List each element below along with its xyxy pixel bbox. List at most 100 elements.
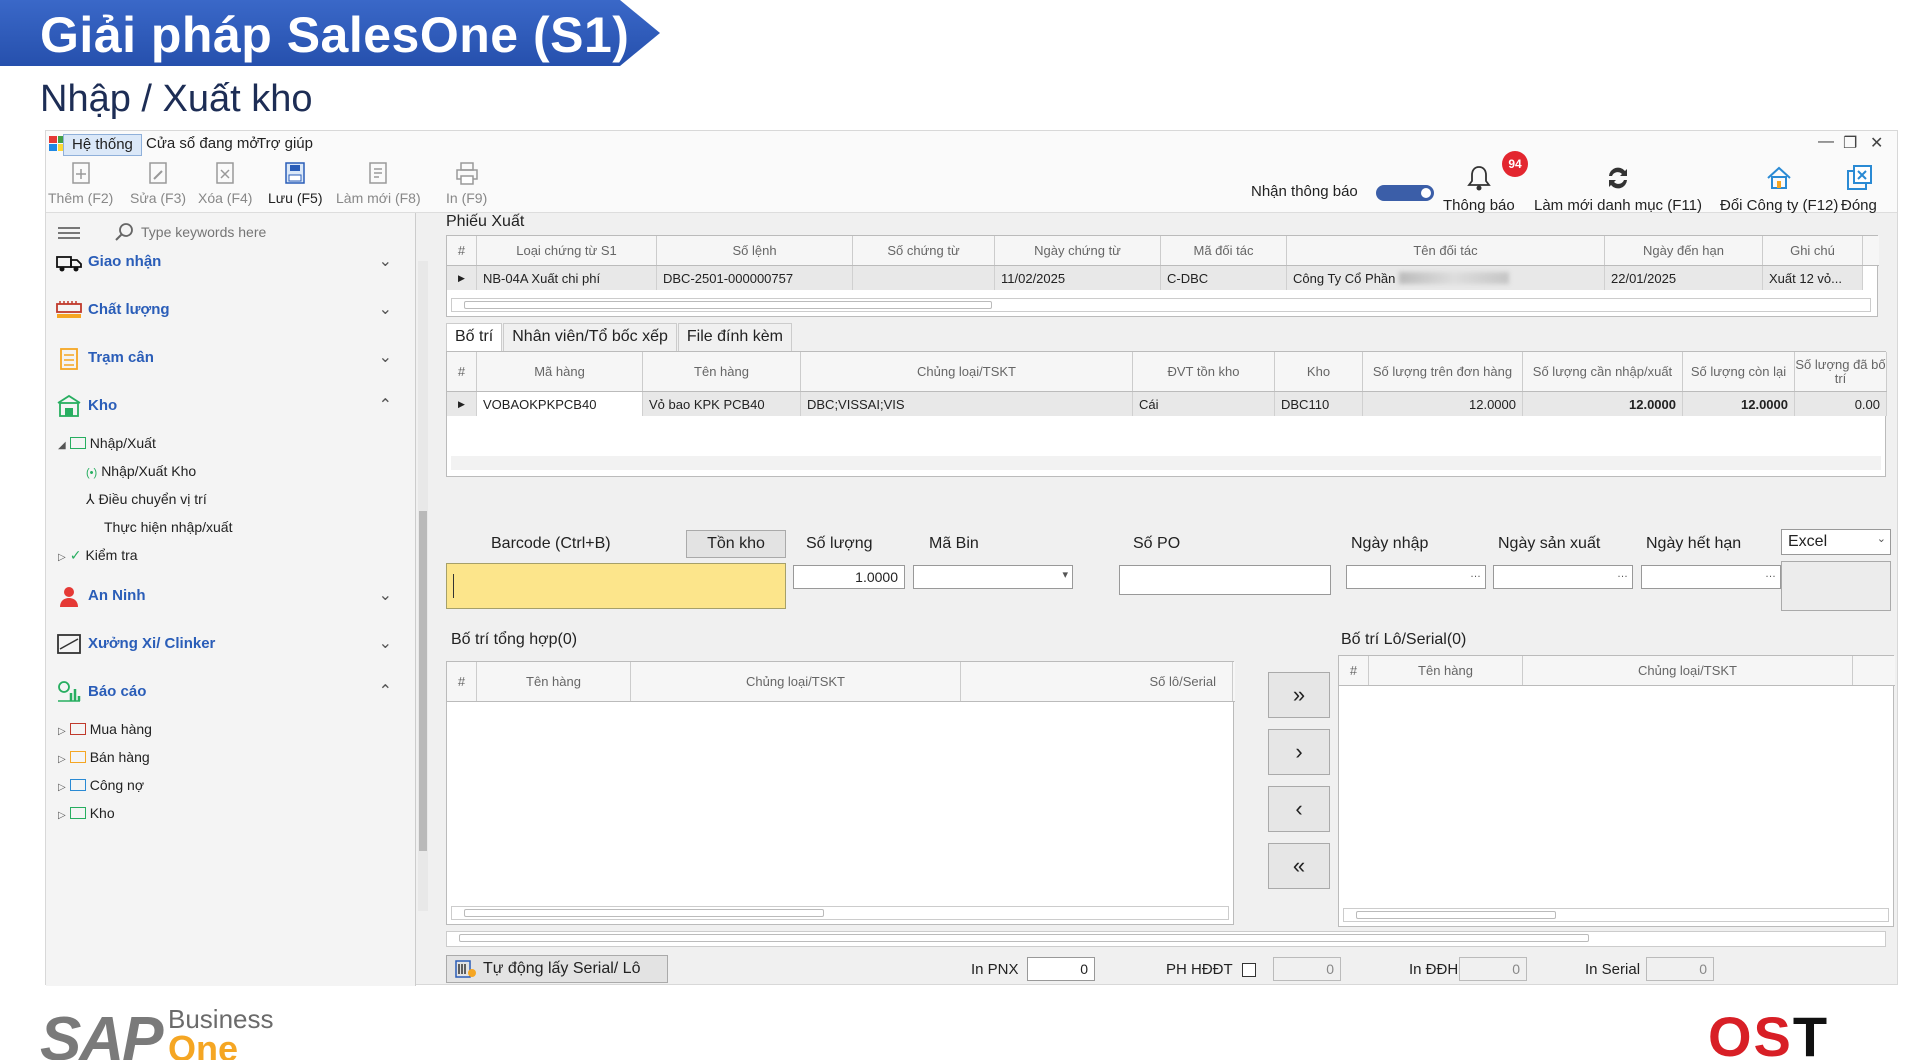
table-row[interactable]: ▶ NB-04A Xuất chi phí DBC-2501-000000757…	[447, 266, 1863, 290]
chevron-down-icon: ⌄	[378, 253, 392, 270]
grid-header: # Loại chứng từ S1 Số lệnh Số chứng từ N…	[447, 236, 1879, 266]
add-doc-icon	[71, 162, 90, 184]
in-ddh-input[interactable]: 0	[1459, 957, 1527, 981]
phieu-xuat-hscroll[interactable]	[451, 298, 1871, 312]
table-row[interactable]: ▶ VOBAOKPKPCB40 Vỏ bao KPK PCB40 DBC;VIS…	[447, 392, 1887, 416]
sidebar-item-kiem-tra[interactable]: ▷ ✓ Kiểm tra	[58, 547, 138, 564]
collapse-triangle-icon: ▷	[58, 810, 66, 821]
chevron-down-icon: ⌄	[378, 349, 392, 366]
scrollbar-thumb[interactable]	[1356, 911, 1556, 919]
notify-toggle[interactable]	[1376, 185, 1434, 201]
ellipsis-icon: …	[1470, 568, 1481, 580]
main-hscroll[interactable]	[446, 931, 1886, 947]
menu-tro-giup[interactable]: Trợ giúp	[249, 134, 321, 156]
sidebar-item-dieu-chuyen-vi-tri[interactable]: ⅄ Điều chuyển vị trí	[86, 491, 207, 508]
sap-one-text: One	[168, 1028, 239, 1060]
lo-serial-hscroll[interactable]	[1343, 908, 1889, 922]
refresh-catalog-button[interactable]: Làm mới danh mục (F11)	[1534, 163, 1702, 214]
sidebar-item-thuc-hien-nhap-xuat[interactable]: Thực hiện nhập/xuất	[104, 519, 232, 535]
check-circle-icon: ✓	[69, 547, 82, 563]
barcode-scan-icon	[455, 960, 476, 978]
save-button[interactable]: Lưu (F5)	[268, 161, 323, 206]
edit-doc-icon	[149, 162, 167, 184]
auto-serial-button[interactable]: Tự động lấy Serial/ Lô	[446, 955, 668, 983]
sidebar-item-ban-hang[interactable]: ▷ Bán hàng	[58, 749, 150, 765]
sidebar-search-input[interactable]	[141, 221, 381, 243]
sidebar-group-giao-nhan[interactable]: Giao nhận ⌄	[56, 241, 406, 281]
ma-bin-select[interactable]: ▾	[913, 565, 1073, 589]
folder-icon	[69, 807, 86, 819]
phieu-xuat-grid: # Loại chứng từ S1 Số lệnh Số chứng từ N…	[446, 235, 1879, 317]
close-icon[interactable]: ✕	[1870, 133, 1883, 153]
search-icon	[115, 223, 133, 241]
ngay-nhap-label: Ngày nhập	[1351, 535, 1429, 552]
folder-icon	[69, 723, 86, 735]
export-button[interactable]	[1781, 561, 1891, 611]
bo-tri-hscroll[interactable]	[451, 456, 1881, 470]
sidebar-group-bao-cao[interactable]: Báo cáo ⌃	[56, 671, 406, 711]
barcode-input[interactable]	[446, 563, 786, 609]
minimize-icon[interactable]: —	[1818, 133, 1834, 151]
scrollbar-thumb[interactable]	[459, 934, 1589, 942]
export-select[interactable]: Excel ⌄	[1781, 529, 1891, 555]
menu-he-thong[interactable]: Hệ thống	[63, 134, 142, 156]
close-window-button[interactable]: Đóng	[1841, 163, 1877, 214]
collapse-triangle-icon: ▷	[58, 782, 66, 793]
ngay-nhap-input[interactable]: …	[1346, 565, 1486, 589]
collapse-triangle-icon: ▷	[58, 754, 66, 765]
close-window-icon	[1846, 165, 1872, 190]
scrollbar-thumb[interactable]	[464, 301, 992, 309]
tab-nhan-vien[interactable]: Nhân viên/Tổ bốc xếp	[503, 323, 677, 351]
move-right-button[interactable]: ›	[1268, 729, 1330, 775]
so-po-label: Số PO	[1133, 535, 1181, 552]
ngay-san-xuat-input[interactable]: …	[1493, 565, 1633, 589]
sidebar-item-nhap-xuat-kho[interactable]: (•) Nhập/Xuất Kho	[86, 463, 196, 479]
menu-cua-so-dang-mo[interactable]: Cửa sổ đang mở	[138, 134, 267, 156]
ph-hddt-checkbox[interactable]	[1242, 963, 1256, 977]
move-all-left-button[interactable]: «	[1268, 843, 1330, 889]
sidebar-group-an-ninh[interactable]: An Ninh ⌄	[56, 575, 406, 615]
move-all-right-button[interactable]: »	[1268, 672, 1330, 718]
sidebar-group-tram-can[interactable]: Trạm cân ⌄	[56, 337, 406, 377]
report-icon	[58, 681, 81, 702]
so-luong-label: Số lượng	[806, 535, 873, 552]
text-cursor	[453, 574, 454, 598]
so-luong-input[interactable]: 1.0000	[793, 565, 905, 589]
sidebar-group-chat-luong[interactable]: Chất lượng ⌄	[56, 289, 406, 329]
delete-button[interactable]: Xóa (F4)	[198, 161, 252, 206]
sidebar-item-kho-report[interactable]: ▷ Kho	[58, 805, 115, 821]
notifications-button[interactable]: Thông báo	[1443, 163, 1515, 214]
restore-icon[interactable]: ❐	[1843, 133, 1857, 153]
edit-button[interactable]: Sửa (F3)	[130, 161, 186, 206]
scrollbar-thumb[interactable]	[419, 511, 427, 851]
tab-file-dinh-kem[interactable]: File đính kèm	[677, 323, 792, 351]
in-serial-input[interactable]: 0	[1646, 957, 1714, 981]
ton-kho-button[interactable]: Tồn kho	[686, 530, 786, 558]
tong-hop-hscroll[interactable]	[451, 906, 1229, 920]
ellipsis-icon: …	[1617, 568, 1628, 580]
ngay-het-han-input[interactable]: …	[1641, 565, 1781, 589]
security-guard-icon	[60, 587, 78, 607]
add-button[interactable]: Thêm (F2)	[48, 161, 113, 206]
warehouse-icon	[57, 394, 81, 417]
slide-subtitle: Nhập / Xuất kho	[40, 78, 313, 120]
sidebar-item-cong-no[interactable]: ▷ Công nợ	[58, 777, 144, 793]
change-company-button[interactable]: Đổi Công ty (F12)	[1720, 163, 1838, 214]
grid-header: # Tên hàng Chủng loại/TSKT Số lô/Serial	[447, 662, 1235, 702]
scrollbar-thumb[interactable]	[464, 909, 824, 917]
sidebar-scrollbar[interactable]	[418, 261, 428, 911]
in-pnx-input[interactable]: 0	[1027, 957, 1095, 981]
move-left-button[interactable]: ‹	[1268, 786, 1330, 832]
sidebar-group-kho[interactable]: Kho ⌃	[56, 385, 406, 425]
tab-bo-tri[interactable]: Bố trí	[446, 323, 503, 351]
ph-hddt-input[interactable]: 0	[1273, 957, 1341, 981]
bo-tri-grid: # Mã hàng Tên hàng Chủng loại/TSKT ĐVT t…	[446, 351, 1887, 477]
refresh-doc-button[interactable]: Làm mới (F8)	[336, 161, 421, 206]
sidebar-item-mua-hang[interactable]: ▷ Mua hàng	[58, 721, 152, 737]
so-po-input[interactable]	[1119, 565, 1331, 595]
chevron-down-icon: ⌄	[378, 635, 392, 652]
hamburger-menu-icon[interactable]	[58, 227, 80, 239]
sidebar-group-xuong-xi-clinker[interactable]: Xưởng Xi/ Clinker ⌄	[56, 623, 406, 663]
sidebar-item-nhap-xuat[interactable]: ◢ Nhập/Xuất	[58, 435, 156, 451]
print-button[interactable]: In (F9)	[446, 161, 487, 206]
